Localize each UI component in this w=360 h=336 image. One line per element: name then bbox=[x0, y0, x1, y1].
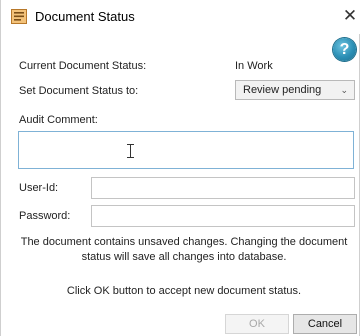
status-select[interactable]: Review pending ⌄ bbox=[235, 80, 355, 100]
document-icon bbox=[11, 9, 27, 24]
status-select-value: Review pending bbox=[243, 84, 322, 96]
ok-button[interactable]: OK bbox=[225, 314, 289, 334]
cancel-button[interactable]: Cancel bbox=[293, 314, 357, 334]
user-id-label: User-Id: bbox=[19, 182, 59, 194]
help-icon: ? bbox=[339, 41, 350, 58]
audit-comment-input[interactable] bbox=[18, 131, 354, 169]
current-status-label: Current Document Status: bbox=[19, 60, 147, 72]
help-button[interactable]: ? bbox=[333, 38, 356, 61]
unsaved-changes-warning: The document contains unsaved changes. C… bbox=[20, 236, 348, 263]
window-title: Document Status bbox=[35, 9, 135, 24]
current-status-value: In Work bbox=[235, 60, 273, 72]
title-bar: Document Status ✕ bbox=[1, 0, 360, 34]
password-label: Password: bbox=[19, 210, 71, 222]
password-input[interactable] bbox=[91, 205, 355, 227]
set-status-label: Set Document Status to: bbox=[19, 85, 139, 97]
audit-comment-label: Audit Comment: bbox=[19, 114, 98, 126]
text-cursor-icon bbox=[127, 144, 134, 158]
close-button[interactable]: ✕ bbox=[341, 5, 359, 27]
document-status-dialog: Document Status ✕ ? Current Document Sta… bbox=[0, 0, 360, 336]
instruction-text: Click OK button to accept new document s… bbox=[66, 285, 302, 297]
user-id-input[interactable] bbox=[91, 177, 355, 199]
close-icon: ✕ bbox=[342, 6, 358, 25]
chevron-down-icon: ⌄ bbox=[340, 85, 348, 95]
